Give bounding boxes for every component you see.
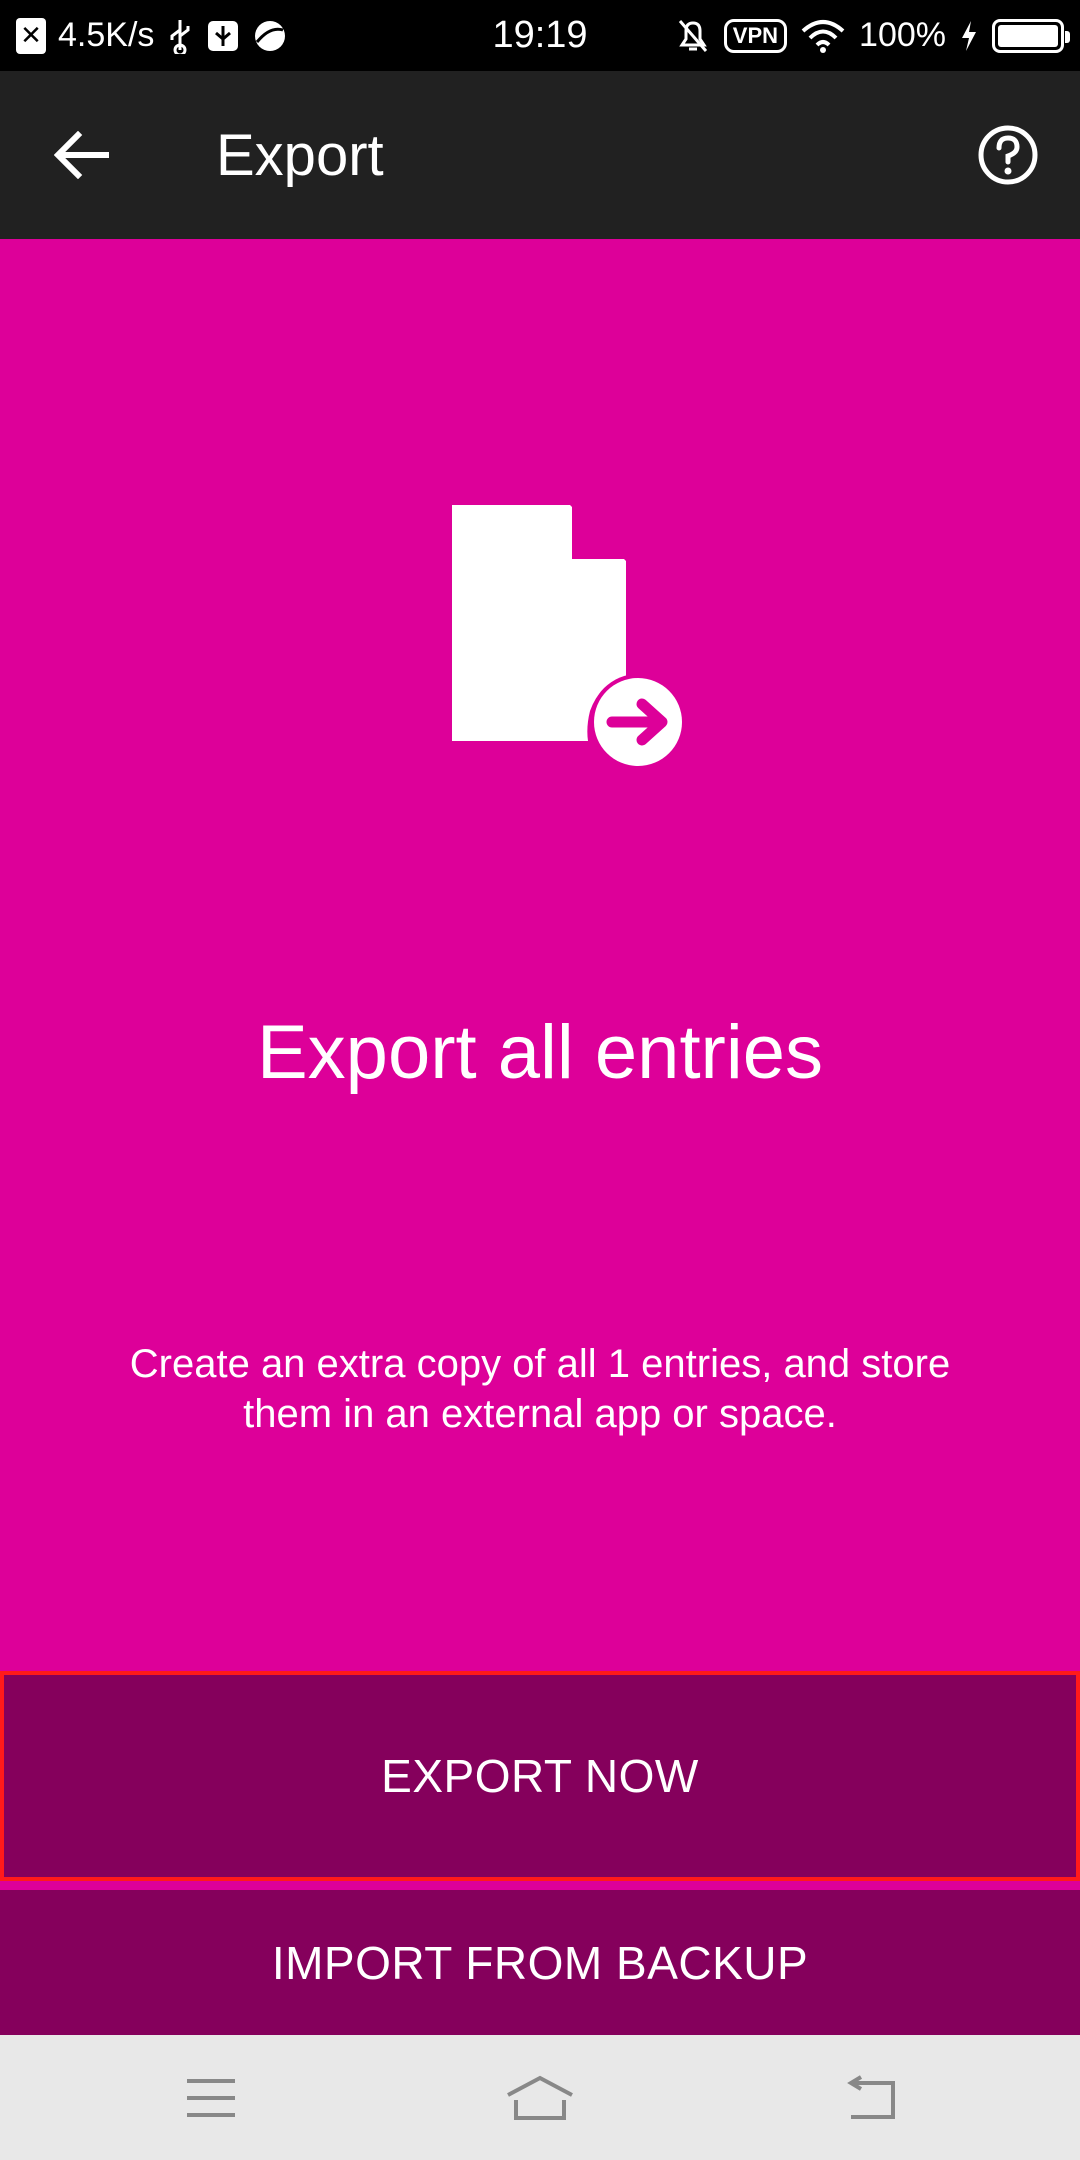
help-circle-icon — [978, 125, 1038, 185]
battery-percentage: 100% — [859, 16, 946, 54]
nav-menu-button[interactable] — [131, 2035, 291, 2160]
help-button[interactable] — [972, 119, 1044, 191]
system-nav-bar — [0, 2035, 1080, 2160]
nav-back-button[interactable] — [789, 2035, 949, 2160]
back-button[interactable] — [40, 113, 124, 197]
page-title: Export — [216, 122, 384, 188]
home-icon — [507, 2075, 573, 2120]
status-right: VPN 100% — [676, 0, 1070, 71]
nav-home-button[interactable] — [460, 2035, 620, 2160]
import-from-backup-button[interactable]: IMPORT FROM BACKUP — [0, 1890, 1080, 2035]
return-arrow-icon — [847, 2074, 895, 2119]
export-now-button[interactable]: EXPORT NOW — [0, 1671, 1080, 1881]
app-bar: Export — [0, 71, 1080, 239]
menu-lines-icon — [187, 2078, 235, 2117]
wifi-icon — [801, 19, 845, 53]
status-bar: ✕ 4.5K/s 19:19 VPN 100% — [0, 0, 1080, 71]
export-headline: Export all entries — [256, 1010, 824, 1095]
charging-icon — [962, 20, 976, 51]
file-export-icon — [452, 505, 686, 770]
battery-icon — [992, 18, 1070, 53]
export-description: Create an extra copy of all 1 entries, a… — [129, 1342, 951, 1436]
notifications-off-icon — [678, 19, 707, 52]
vpn-badge: VPN — [723, 18, 788, 53]
arrow-left-icon — [54, 131, 109, 179]
export-panel: Export all entries Create an extra copy … — [0, 239, 1080, 1671]
